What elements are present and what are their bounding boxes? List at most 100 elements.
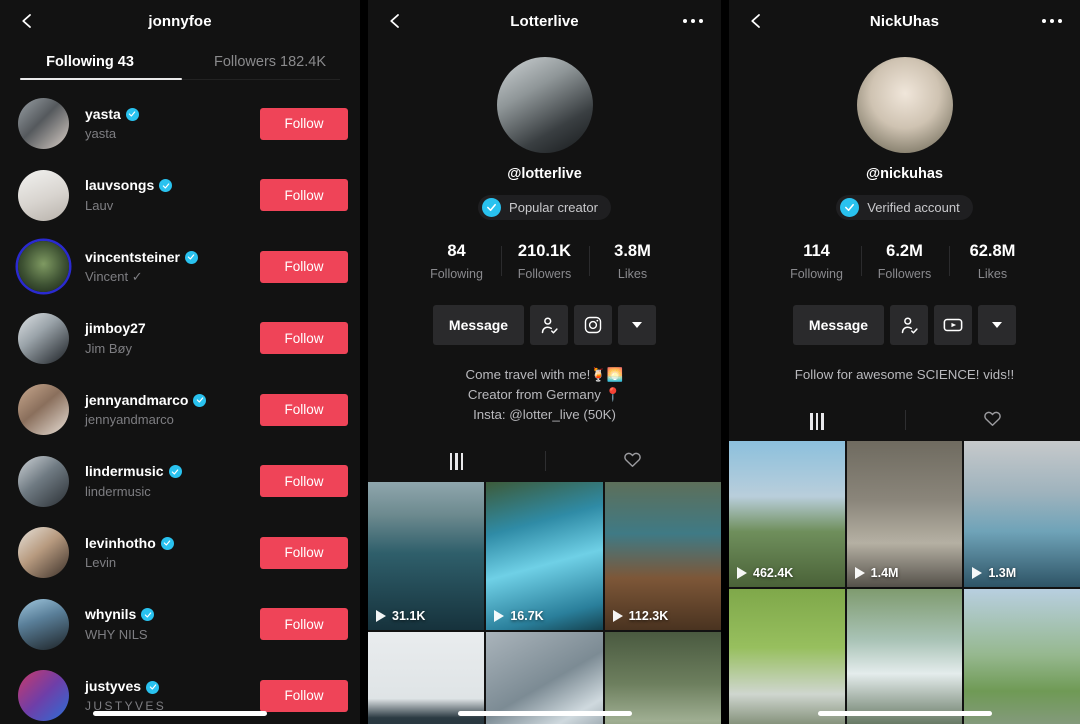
profile-bio: Come travel with me!🍹🌅 Creator from Germ… bbox=[446, 365, 644, 426]
thumbnail-art bbox=[604, 481, 721, 630]
user-list: yasta yasta Follow lauvsongs Lauv Follow vince… bbox=[0, 82, 360, 724]
more-options-icon[interactable] bbox=[1042, 19, 1062, 23]
play-icon bbox=[494, 609, 505, 622]
verified-badge-icon bbox=[168, 465, 182, 479]
more-actions-button[interactable] bbox=[618, 305, 656, 345]
follow-button[interactable]: Follow bbox=[260, 393, 348, 426]
avatar[interactable] bbox=[18, 98, 69, 150]
message-button[interactable]: Message bbox=[433, 305, 524, 345]
avatar[interactable] bbox=[856, 57, 953, 153]
stat-likes[interactable]: 62.8M Likes bbox=[948, 242, 1037, 281]
panel-gap-1 bbox=[360, 0, 368, 724]
video-thumbnail[interactable] bbox=[964, 589, 1080, 724]
list-item[interactable]: jennyandmarco jennyandmarco Follow bbox=[0, 374, 360, 446]
avatar[interactable] bbox=[18, 455, 69, 507]
list-item[interactable]: vincentsteiner Vincent ✓ Follow bbox=[0, 231, 360, 303]
list-item[interactable]: levinhotho Levin Follow bbox=[0, 517, 360, 589]
avatar[interactable] bbox=[18, 312, 69, 364]
page-title: jonnyfoe bbox=[148, 12, 212, 30]
display-name: Lauv bbox=[85, 197, 114, 213]
status-badge-label: Popular creator bbox=[509, 200, 598, 215]
avatar[interactable] bbox=[18, 241, 69, 293]
panel-following-list: jonnyfoe Following 43 Followers 182.4K y… bbox=[0, 0, 360, 724]
display-name: jennyandmarco bbox=[85, 412, 174, 428]
stat-likes[interactable]: 3.8M Likes bbox=[588, 242, 677, 281]
stat-value: 3.8M bbox=[614, 242, 651, 260]
tab-following[interactable]: Following 43 bbox=[0, 42, 180, 82]
profile-actions: Message bbox=[793, 305, 1016, 345]
list-item[interactable]: yasta yasta Follow bbox=[0, 88, 360, 160]
video-thumbnail[interactable]: 112.3K bbox=[604, 481, 721, 630]
avatar[interactable] bbox=[18, 169, 69, 221]
avatar[interactable] bbox=[18, 384, 69, 436]
caret-down-icon bbox=[992, 322, 1002, 328]
display-name: Vincent ✓ bbox=[85, 269, 143, 285]
video-thumbnail[interactable]: 1.4M bbox=[846, 441, 963, 588]
heart-icon bbox=[983, 409, 1002, 433]
video-grid: 31.1K 16.7K 112.3K bbox=[368, 481, 721, 724]
follow-button[interactable]: Follow bbox=[260, 608, 348, 641]
three-panel-screenshot: jonnyfoe Following 43 Followers 182.4K y… bbox=[0, 0, 1080, 724]
video-thumbnail[interactable]: 1.3M bbox=[964, 441, 1080, 588]
video-thumbnail[interactable] bbox=[846, 589, 963, 724]
panel-profile-nickuhas: NickUhas @nickuhas Verified account 114 … bbox=[729, 0, 1080, 724]
chevron-left-icon[interactable] bbox=[18, 12, 36, 30]
youtube-button[interactable] bbox=[934, 305, 972, 345]
view-count: 112.3K bbox=[612, 609, 668, 623]
username: vincentsteiner bbox=[85, 249, 260, 267]
follow-button[interactable]: Follow bbox=[260, 536, 348, 569]
avatar[interactable] bbox=[18, 598, 69, 650]
stat-following[interactable]: 84 Following bbox=[413, 242, 501, 281]
message-button[interactable]: Message bbox=[793, 305, 884, 345]
more-actions-button[interactable] bbox=[978, 305, 1016, 345]
tab-videos-grid[interactable] bbox=[368, 453, 545, 471]
tab-liked[interactable] bbox=[905, 409, 1080, 433]
video-thumbnail[interactable]: 462.4K bbox=[729, 441, 845, 588]
stat-followers[interactable]: 6.2M Followers bbox=[860, 242, 949, 281]
video-thumbnail[interactable]: 31.1K bbox=[368, 481, 485, 630]
profile-handle: @nickuhas bbox=[866, 166, 943, 182]
stat-label: Followers bbox=[517, 267, 572, 281]
user-info: jimboy27 Jim Bøy bbox=[85, 320, 260, 356]
stat-following[interactable]: 114 Following bbox=[773, 242, 861, 281]
follow-button[interactable]: Follow bbox=[260, 250, 348, 283]
follow-user-button[interactable] bbox=[890, 305, 928, 345]
more-options-icon[interactable] bbox=[683, 19, 703, 23]
video-thumbnail[interactable]: 16.7K bbox=[486, 481, 603, 630]
avatar[interactable] bbox=[18, 527, 69, 579]
stat-label: Followers bbox=[877, 267, 932, 281]
chevron-left-icon[interactable] bbox=[386, 12, 404, 30]
username: levinhotho bbox=[85, 535, 260, 553]
chevron-left-icon[interactable] bbox=[747, 12, 765, 30]
follow-button[interactable]: Follow bbox=[260, 679, 348, 712]
stat-label: Following bbox=[790, 267, 843, 281]
follow-button[interactable]: Follow bbox=[260, 322, 348, 355]
display-name: Jim Bøy bbox=[85, 340, 132, 356]
bio-line: Creator from Germany 📍 bbox=[467, 387, 622, 403]
list-item[interactable]: lauvsongs Lauv Follow bbox=[0, 160, 360, 232]
follow-user-button[interactable] bbox=[530, 305, 568, 345]
stat-label: Likes bbox=[617, 267, 648, 281]
tab-liked[interactable] bbox=[545, 450, 722, 474]
tab-followers[interactable]: Followers 182.4K bbox=[180, 42, 360, 82]
avatar[interactable] bbox=[18, 670, 69, 722]
avatar[interactable] bbox=[496, 57, 593, 153]
bio-line: Follow for awesome SCIENCE! vids!! bbox=[794, 367, 1015, 382]
verified-badge-icon bbox=[146, 680, 160, 694]
panel-profile-lotterlive: Lotterlive @lotterlive Popular creator 8… bbox=[368, 0, 721, 724]
instagram-button[interactable] bbox=[574, 305, 612, 345]
follow-button[interactable]: Follow bbox=[260, 179, 348, 212]
list-item[interactable]: jimboy27 Jim Bøy Follow bbox=[0, 303, 360, 375]
follow-button[interactable]: Follow bbox=[260, 465, 348, 498]
list-item[interactable]: lindermusic lindermusic Follow bbox=[0, 446, 360, 518]
status-badge: Verified account bbox=[836, 195, 973, 220]
list-item[interactable]: whynils WHY NILS Follow bbox=[0, 589, 360, 661]
tab-videos-grid[interactable] bbox=[729, 412, 905, 430]
stat-followers[interactable]: 210.1K Followers bbox=[500, 242, 589, 281]
thumbnail-art bbox=[964, 589, 1080, 724]
follow-button[interactable]: Follow bbox=[260, 107, 348, 140]
video-thumbnail[interactable] bbox=[729, 589, 845, 724]
profile-handle: @lotterlive bbox=[507, 166, 582, 182]
display-name: lindermusic bbox=[85, 483, 151, 499]
display-name: WHY NILS bbox=[85, 626, 148, 642]
